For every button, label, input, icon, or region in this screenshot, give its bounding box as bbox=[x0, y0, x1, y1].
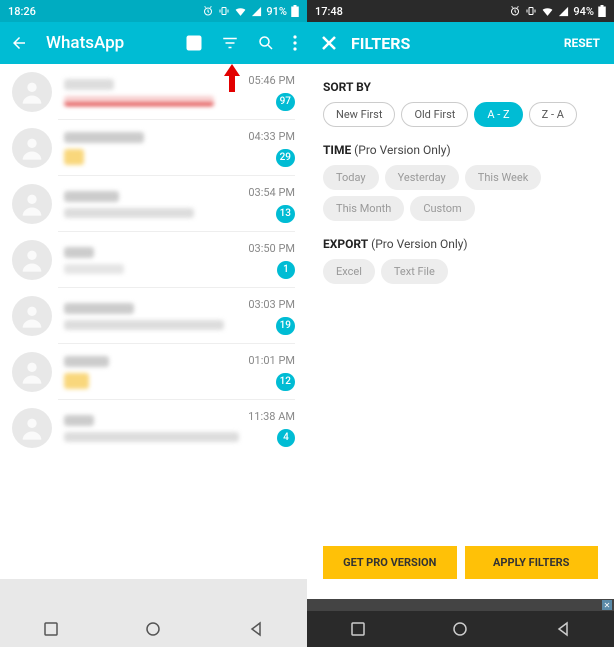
status-icons: 94% bbox=[509, 5, 606, 18]
filter-title: FILTERS bbox=[351, 34, 410, 53]
battery-icon bbox=[598, 5, 606, 17]
filter-buttons: GET PRO VERSION APPLY FILTERS bbox=[323, 546, 598, 585]
alarm-icon bbox=[202, 5, 214, 17]
chat-item[interactable]: 03:03 PM 19 bbox=[0, 288, 307, 344]
chip-this-week[interactable]: This Week bbox=[465, 165, 542, 190]
chat-time: 04:33 PM bbox=[248, 130, 295, 143]
status-time: 17:48 bbox=[315, 5, 343, 18]
wifi-icon bbox=[234, 5, 247, 18]
phone-left: 18:26 91% WhatsApp 05:46 PM 97 bbox=[0, 0, 307, 647]
battery-pct: 94% bbox=[573, 5, 594, 18]
ad-close-icon[interactable]: ✕ bbox=[602, 600, 612, 610]
nav-bar bbox=[0, 611, 307, 647]
chip-yesterday[interactable]: Yesterday bbox=[385, 165, 459, 190]
vibrate-icon bbox=[218, 5, 230, 17]
time-title: TIME (Pro Version Only) bbox=[323, 143, 598, 157]
avatar bbox=[12, 352, 52, 392]
chat-item[interactable]: 01:01 PM 12 bbox=[0, 344, 307, 400]
wifi-icon bbox=[541, 5, 554, 18]
get-pro-button[interactable]: GET PRO VERSION bbox=[323, 546, 457, 579]
chip-custom[interactable]: Custom bbox=[410, 196, 474, 221]
vibrate-icon bbox=[525, 5, 537, 17]
close-icon[interactable] bbox=[321, 35, 337, 51]
sort-title: SORT BY bbox=[323, 80, 598, 94]
chat-item[interactable]: 05:46 PM 97 bbox=[0, 64, 307, 120]
chip-today[interactable]: Today bbox=[323, 165, 379, 190]
unread-badge: 19 bbox=[276, 317, 295, 335]
bottom-spacer bbox=[0, 579, 307, 611]
chat-time: 03:54 PM bbox=[248, 186, 295, 199]
chat-list[interactable]: 05:46 PM 97 04:33 PM 29 03:54 PM 13 03:50 P… bbox=[0, 64, 307, 579]
avatar bbox=[12, 184, 52, 224]
export-options: Excel Text File bbox=[323, 259, 598, 284]
chat-time: 03:50 PM bbox=[248, 242, 295, 255]
export-title: EXPORT (Pro Version Only) bbox=[323, 237, 598, 251]
nav-bar bbox=[307, 611, 614, 647]
status-bar: 18:26 91% bbox=[0, 0, 307, 22]
battery-icon bbox=[291, 5, 299, 17]
apply-filters-button[interactable]: APPLY FILTERS bbox=[465, 546, 599, 579]
filter-icon[interactable] bbox=[221, 34, 239, 52]
chat-time: 05:46 PM bbox=[248, 74, 295, 87]
status-bar: 17:48 94% bbox=[307, 0, 614, 22]
chip-textfile[interactable]: Text File bbox=[381, 259, 448, 284]
time-options: Today Yesterday This Week This Month Cus… bbox=[323, 165, 598, 221]
filters-panel: SORT BY New First Old First A - Z Z - A … bbox=[307, 64, 614, 599]
chip-this-month[interactable]: This Month bbox=[323, 196, 404, 221]
alarm-icon bbox=[509, 5, 521, 17]
chat-time: 01:01 PM bbox=[248, 354, 295, 367]
back-icon[interactable] bbox=[10, 34, 28, 52]
sort-options: New First Old First A - Z Z - A bbox=[323, 102, 598, 127]
nav-back-icon[interactable] bbox=[248, 621, 264, 637]
nav-recent-icon[interactable] bbox=[350, 621, 366, 637]
more-icon[interactable] bbox=[293, 35, 297, 51]
pointer-arrow bbox=[224, 64, 240, 92]
status-time: 18:26 bbox=[8, 5, 36, 18]
signal-icon bbox=[558, 6, 569, 17]
nav-recent-icon[interactable] bbox=[43, 621, 59, 637]
status-icons: 91% bbox=[202, 5, 299, 18]
unread-badge: 97 bbox=[276, 93, 295, 111]
filter-bar: FILTERS RESET bbox=[307, 22, 614, 64]
avatar bbox=[12, 72, 52, 112]
ad-strip: ✕ bbox=[307, 599, 614, 611]
avatar bbox=[12, 296, 52, 336]
chat-item[interactable]: 11:38 AM 4 bbox=[0, 400, 307, 456]
chat-item[interactable]: 04:33 PM 29 bbox=[0, 120, 307, 176]
chip-z-a[interactable]: Z - A bbox=[529, 102, 577, 127]
chip-old-first[interactable]: Old First bbox=[401, 102, 468, 127]
chat-item[interactable]: 03:54 PM 13 bbox=[0, 176, 307, 232]
reset-button[interactable]: RESET bbox=[564, 36, 600, 50]
unread-badge: 4 bbox=[277, 429, 295, 447]
chip-a-z[interactable]: A - Z bbox=[474, 102, 522, 127]
chip-new-first[interactable]: New First bbox=[323, 102, 395, 127]
unread-badge: 13 bbox=[276, 205, 295, 223]
avatar bbox=[12, 128, 52, 168]
signal-icon bbox=[251, 6, 262, 17]
chat-time: 03:03 PM bbox=[248, 298, 295, 311]
battery-pct: 91% bbox=[266, 5, 287, 18]
avatar bbox=[12, 240, 52, 280]
search-icon[interactable] bbox=[257, 34, 275, 52]
phone-right: 17:48 94% FILTERS RESET SORT BY New Firs… bbox=[307, 0, 614, 647]
nav-home-icon[interactable] bbox=[452, 621, 468, 637]
app-title: WhatsApp bbox=[46, 33, 185, 53]
unread-badge: 1 bbox=[277, 261, 295, 279]
avatar bbox=[12, 408, 52, 448]
image-icon[interactable] bbox=[185, 34, 203, 52]
chat-time: 11:38 AM bbox=[248, 410, 295, 423]
app-bar: WhatsApp bbox=[0, 22, 307, 64]
nav-back-icon[interactable] bbox=[555, 621, 571, 637]
chip-excel[interactable]: Excel bbox=[323, 259, 375, 284]
nav-home-icon[interactable] bbox=[145, 621, 161, 637]
chat-item[interactable]: 03:50 PM 1 bbox=[0, 232, 307, 288]
unread-badge: 12 bbox=[276, 373, 295, 391]
unread-badge: 29 bbox=[276, 149, 295, 167]
